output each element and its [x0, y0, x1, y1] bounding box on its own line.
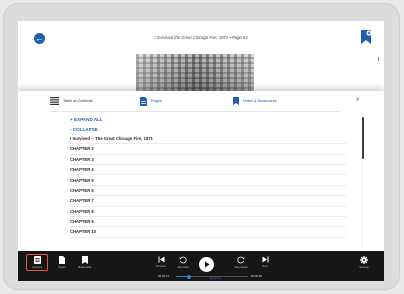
previous-button[interactable]: Previous	[151, 256, 171, 268]
remaining-time: -00:00:58	[250, 274, 262, 278]
forward-button[interactable]: Skip ahead	[231, 256, 251, 269]
reader-screen: ← I Survived the Great Chicago Fire, 187…	[18, 21, 384, 281]
drawer-scrollbar[interactable]	[362, 117, 364, 159]
toc-item[interactable]: CHAPTER 6	[70, 186, 346, 197]
close-icon[interactable]: ×	[355, 96, 360, 104]
contents-button[interactable]: Contents	[26, 254, 48, 271]
previous-label: Previous	[155, 265, 167, 268]
book-title: I Survived the Great Chicago Fire, 1871 …	[154, 35, 248, 40]
toc-item[interactable]: CHAPTER 5	[70, 175, 346, 186]
toc-item[interactable]: CHAPTER 10	[70, 227, 346, 238]
page-scrollbar[interactable]	[378, 57, 379, 61]
skip-previous-icon	[158, 256, 164, 263]
settings-button[interactable]: Settings	[354, 256, 374, 269]
tab-notes-bookmarks[interactable]: Notes & Bookmarks	[233, 91, 323, 111]
book-illustration	[136, 54, 254, 94]
back-button[interactable]: ←	[34, 33, 45, 44]
arrow-left-icon: ←	[35, 32, 44, 43]
pages-button[interactable]: Pages	[52, 256, 72, 269]
tab-label: Table of Contents	[63, 99, 93, 103]
toc-item[interactable]: CHAPTER 9	[70, 217, 346, 228]
toc-item[interactable]: CHAPTER 3	[70, 155, 346, 165]
pages-icon	[140, 96, 147, 106]
bottom-toolbar: Contents Pages Bookmarks Previous Skip b…	[18, 251, 384, 281]
pages-label: Pages	[58, 266, 66, 269]
toc-item[interactable]: CHAPTER 7	[70, 196, 346, 207]
contents-drawer: Table of Contents Pages Notes & Bookmark…	[18, 91, 384, 251]
tab-table-of-contents[interactable]: Table of Contents	[50, 91, 140, 111]
toc-item[interactable]: CHAPTER 8	[70, 207, 346, 217]
collapse-button[interactable]: - COLLAPSE	[70, 124, 346, 133]
rewind-label: Skip back	[177, 266, 189, 269]
bookmarks-label: Bookmarks	[78, 266, 92, 269]
seek-handle[interactable]	[186, 274, 191, 279]
playback-speed[interactable]: Speed 1.0	[209, 277, 221, 280]
forward-label: Skip ahead	[234, 266, 248, 269]
toc-item[interactable]: I Survived -- The Great Chicago Fire, 18…	[70, 134, 346, 145]
skip-next-icon	[262, 256, 268, 263]
add-bookmark-icon[interactable]	[360, 30, 372, 45]
toc-item[interactable]: CHAPTER 2	[70, 144, 346, 155]
fast-forward-icon	[237, 256, 245, 264]
gear-icon	[360, 256, 368, 264]
tab-label: Notes & Bookmarks	[243, 99, 277, 103]
expand-all-button[interactable]: + EXPAND ALL	[70, 115, 346, 124]
next-button[interactable]: Next	[255, 256, 275, 268]
tab-label: Pages	[151, 99, 162, 103]
rewind-button[interactable]: Skip back	[173, 256, 193, 269]
toc-list: + EXPAND ALL - COLLAPSE I Survived -- Th…	[70, 115, 346, 238]
tab-pages[interactable]: Pages	[140, 91, 233, 111]
play-button[interactable]	[199, 257, 214, 272]
contents-label: Contents	[31, 266, 43, 269]
toc-item[interactable]: CHAPTER 4	[70, 165, 346, 176]
elapsed-time: 00:00:13	[158, 274, 169, 278]
drawer-tabs: Table of Contents Pages Notes & Bookmark…	[50, 91, 340, 112]
contents-icon	[33, 256, 41, 264]
rewind-icon	[179, 256, 187, 264]
next-label: Next	[262, 265, 268, 268]
bookmarks-button[interactable]: Bookmarks	[75, 256, 95, 269]
bookmark-icon	[82, 256, 88, 264]
settings-label: Settings	[359, 266, 369, 269]
toc-icon	[50, 97, 59, 105]
bookmark-icon	[233, 97, 239, 105]
play-icon	[204, 261, 209, 268]
tablet-frame: ← I Survived the Great Chicago Fire, 187…	[4, 4, 399, 289]
pages-icon	[59, 256, 65, 264]
